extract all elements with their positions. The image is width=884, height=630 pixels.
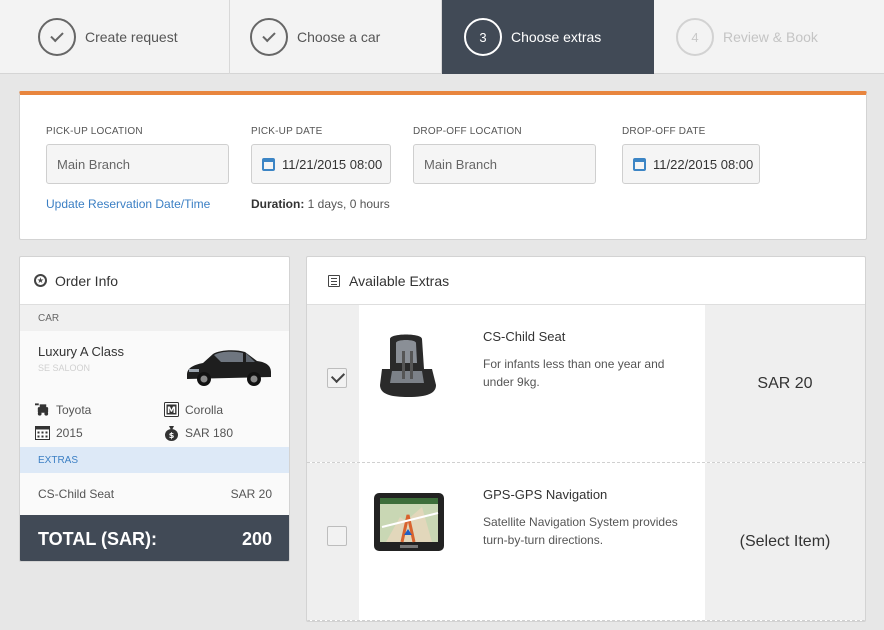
pickup-location-field: PICK-UP LOCATION Main Branch xyxy=(46,126,229,184)
car-price-value: SAR 180 xyxy=(185,425,234,440)
order-info-panel: ★ Order Info CAR Luxury A Class SE SALOO… xyxy=(19,256,290,562)
available-extras-panel: Available Extras CS-Child Seat For infan… xyxy=(306,256,866,622)
star-icon: ★ xyxy=(34,274,47,287)
car-model-value: Corolla xyxy=(185,402,224,417)
gps-device-image xyxy=(372,487,446,561)
extra-item-child-seat: CS-Child Seat For infants less than one … xyxy=(307,305,865,463)
extra-checkbox-child-seat[interactable] xyxy=(327,368,347,388)
update-reservation-link[interactable]: Update Reservation Date/Time xyxy=(46,197,210,211)
pickup-date-value: 11/21/2015 08:00 xyxy=(282,156,383,172)
total-label: TOTAL (SAR): xyxy=(38,528,157,549)
pickup-location-input[interactable]: Main Branch xyxy=(46,144,229,184)
extra-description: For infants less than one year and under… xyxy=(483,357,665,389)
dropoff-date-label: DROP-OFF DATE xyxy=(622,126,706,137)
car-name: Luxury A Class xyxy=(38,344,124,359)
order-info-header: ★ Order Info xyxy=(20,257,289,305)
order-extra-name: CS-Child Seat xyxy=(38,487,115,501)
duration-text: Duration: 1 days, 0 hours xyxy=(251,197,390,211)
car-summary: Luxury A Class SE SALOON Toyota M Coroll… xyxy=(20,331,289,447)
car-year-value: 2015 xyxy=(56,425,83,440)
pickup-date-input[interactable]: 11/21/2015 08:00 xyxy=(251,144,391,184)
extra-title: GPS-GPS Navigation xyxy=(483,487,608,502)
step-label: Create request xyxy=(85,29,178,45)
dropoff-location-input[interactable]: Main Branch xyxy=(413,144,596,184)
step-review-book[interactable]: 4 Review & Book xyxy=(654,0,884,74)
list-icon xyxy=(328,274,340,287)
order-info-title: Order Info xyxy=(55,272,119,289)
step-number: 4 xyxy=(676,18,714,56)
duration-label: Duration: xyxy=(251,197,305,211)
duration-value: 1 days, 0 hours xyxy=(307,197,390,211)
extra-description: Satellite Navigation System provides tur… xyxy=(483,515,678,547)
dropoff-location-field: DROP-OFF LOCATION Main Branch xyxy=(413,126,596,184)
car-section-header: CAR xyxy=(20,305,289,331)
extra-item-gps: GPS-GPS Navigation Satellite Navigation … xyxy=(307,463,865,621)
pickup-location-label: PICK-UP LOCATION xyxy=(46,126,143,137)
extra-checkbox-gps[interactable] xyxy=(327,526,347,546)
car-year: 2015 xyxy=(35,425,83,440)
step-label: Choose extras xyxy=(511,29,602,45)
calendar-icon xyxy=(633,157,646,171)
order-total: TOTAL (SAR): 200 xyxy=(20,515,289,561)
car-make: Toyota xyxy=(35,402,91,417)
calendar-icon xyxy=(262,157,275,171)
step-choose-extras[interactable]: 3 Choose extras xyxy=(442,0,654,74)
step-choose-car[interactable]: Choose a car xyxy=(230,0,442,74)
extra-select-prompt: (Select Item) xyxy=(705,463,865,620)
step-create-request[interactable]: Create request xyxy=(0,0,230,74)
dropoff-date-field: DROP-OFF DATE 11/22/2015 08:00 xyxy=(622,126,760,184)
dropoff-location-label: DROP-OFF LOCATION xyxy=(413,126,522,137)
wrench-car-icon xyxy=(35,402,50,417)
extra-title: CS-Child Seat xyxy=(483,329,566,344)
dropoff-date-value: 11/22/2015 08:00 xyxy=(653,156,754,172)
step-label: Review & Book xyxy=(723,29,818,45)
model-badge-icon: M xyxy=(164,402,179,417)
available-extras-title: Available Extras xyxy=(349,272,450,289)
car-image xyxy=(187,350,271,386)
pickup-date-field: PICK-UP DATE 11/21/2015 08:00 xyxy=(251,126,391,184)
step-check-icon xyxy=(250,18,288,56)
progress-stepper: Create request Choose a car 3 Choose ext… xyxy=(0,0,884,74)
total-value: 200 xyxy=(241,528,272,549)
step-check-icon xyxy=(38,18,76,56)
child-seat-image xyxy=(372,329,446,403)
reservation-panel: PICK-UP LOCATION Main Branch PICK-UP DAT… xyxy=(19,91,867,240)
car-make-value: Toyota xyxy=(56,402,92,417)
pickup-date-label: PICK-UP DATE xyxy=(251,126,323,137)
car-class: SE SALOON xyxy=(38,363,91,373)
extra-check-cell xyxy=(307,305,359,462)
svg-text:$: $ xyxy=(169,431,175,440)
order-extra-row: CS-Child Seat SAR 20 xyxy=(20,473,289,515)
svg-text:M: M xyxy=(167,406,176,416)
car-price: $ SAR 180 xyxy=(164,425,234,441)
extra-check-cell xyxy=(307,463,359,620)
step-number: 3 xyxy=(464,18,502,56)
money-bag-icon: $ xyxy=(164,425,179,441)
dropoff-date-input[interactable]: 11/22/2015 08:00 xyxy=(622,144,760,184)
extra-price: SAR 20 xyxy=(705,305,865,462)
available-extras-header: Available Extras xyxy=(307,257,865,305)
extras-section-header: EXTRAS xyxy=(20,447,289,473)
calendar-icon xyxy=(35,425,50,440)
car-model: M Corolla xyxy=(164,402,223,417)
order-extra-price: SAR 20 xyxy=(230,487,272,501)
step-label: Choose a car xyxy=(297,29,381,45)
